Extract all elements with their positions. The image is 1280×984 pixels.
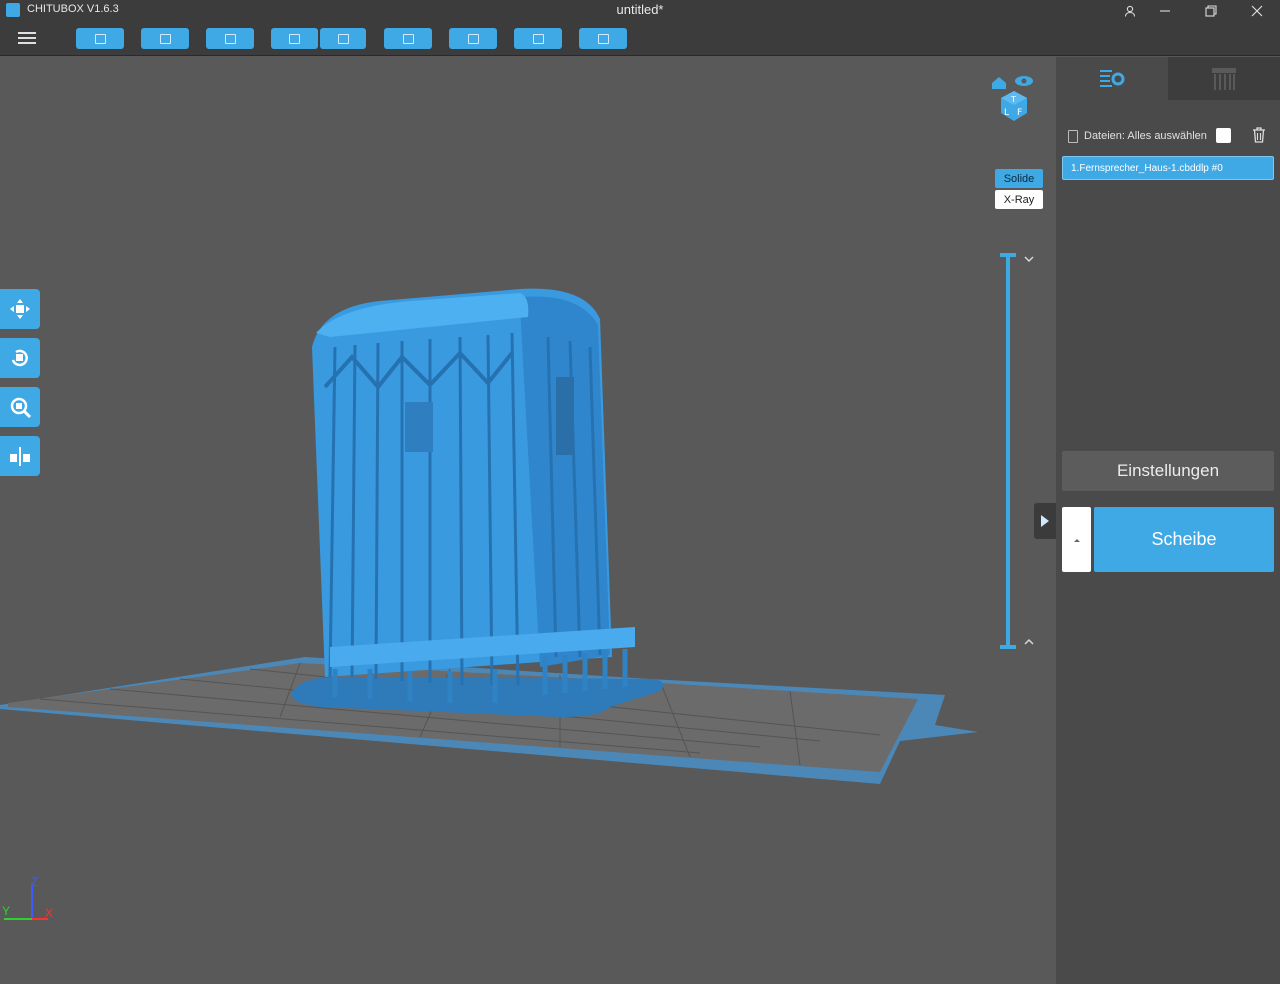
file-settings-icon — [1100, 69, 1125, 87]
undo-button[interactable] — [271, 28, 318, 49]
layer-slider-track — [1000, 253, 1034, 649]
settings-button[interactable]: Einstellungen — [1062, 451, 1274, 491]
caret-up-icon — [1073, 538, 1080, 542]
job-settings-button[interactable] — [384, 28, 432, 49]
scale-icon — [10, 397, 32, 419]
undo-icon — [289, 33, 300, 44]
svg-text:F: F — [1017, 108, 1022, 118]
files-select-all-label: Dateien: Alles auswählen — [1084, 130, 1207, 142]
close-icon — [1251, 5, 1263, 16]
home-icon — [992, 77, 1006, 89]
job-settings-icon — [402, 33, 414, 44]
trash-icon[interactable] — [1252, 127, 1266, 143]
layer-slider[interactable] — [1000, 253, 1040, 653]
tab-files[interactable] — [1056, 57, 1168, 100]
mirror-tool-button[interactable] — [0, 436, 40, 476]
chitubox-window: CHITUBOX V1.6.3 untitled* L F T Solide X… — [0, 0, 1280, 984]
solid-mode-button[interactable]: Solide — [995, 169, 1043, 188]
view-cube[interactable]: L F T — [990, 71, 1040, 123]
files-header: Dateien: Alles auswählen — [1068, 127, 1272, 145]
slice-button[interactable]: Scheibe — [1094, 507, 1274, 572]
hamburger-menu-button[interactable] — [16, 29, 38, 47]
xray-mode-button[interactable]: X-Ray — [995, 190, 1043, 209]
mirror-icon — [10, 447, 30, 466]
restore-icon — [1205, 4, 1217, 17]
menu-line — [18, 42, 36, 44]
save-icon — [159, 33, 171, 44]
phone-booth-model — [312, 288, 635, 703]
supports-button[interactable] — [449, 28, 497, 49]
move-tool-button[interactable] — [0, 289, 40, 329]
app-name: CHITUBOX V1.6.3 — [27, 3, 119, 15]
screenshot-icon — [224, 33, 236, 44]
machine-button[interactable] — [579, 28, 627, 49]
restore-button[interactable] — [1191, 0, 1231, 21]
open-file-button[interactable] — [76, 28, 124, 49]
right-panel: Dateien: Alles auswählen 1.Fernsprecher_… — [1034, 57, 1280, 984]
axes-gizmo: Z Y X — [0, 875, 60, 925]
hollow-icon — [532, 33, 544, 44]
menu-line — [18, 32, 36, 34]
chevron-up-icon — [1024, 639, 1034, 645]
rotate-icon — [11, 349, 28, 367]
document-icon — [1068, 129, 1078, 143]
redo-icon — [337, 33, 349, 44]
document-title: untitled* — [616, 2, 664, 17]
hollow-button[interactable] — [514, 28, 562, 49]
x-axis-label: X — [45, 906, 54, 920]
collapse-panel-button[interactable] — [1034, 503, 1056, 539]
account-button[interactable] — [1110, 0, 1150, 21]
view-cube-icon: L F T — [992, 76, 1033, 121]
machine-icon — [597, 33, 609, 44]
supports-icon — [1212, 67, 1236, 90]
svg-text:T: T — [1010, 95, 1016, 104]
move-icon — [10, 299, 30, 319]
svg-text:L: L — [1004, 108, 1009, 118]
panel-tabs — [1056, 57, 1280, 100]
slice-options-button[interactable] — [1062, 507, 1091, 572]
select-all-checkbox[interactable] — [1216, 128, 1231, 143]
main-toolbar — [0, 21, 1280, 56]
redo-button[interactable] — [320, 28, 366, 49]
user-icon — [1124, 5, 1136, 17]
play-arrow-icon — [1041, 515, 1049, 527]
tab-supports[interactable] — [1168, 57, 1280, 100]
chevron-down-icon — [1024, 256, 1034, 262]
3d-viewport[interactable]: L F T Solide X-Ray Z Y X — [0, 57, 1056, 984]
title-bar: CHITUBOX V1.6.3 untitled* — [0, 0, 1280, 21]
save-button[interactable] — [141, 28, 189, 49]
open-file-icon — [94, 33, 106, 44]
scale-tool-button[interactable] — [0, 387, 40, 427]
y-axis-label: Y — [2, 904, 11, 918]
build-scene — [0, 288, 978, 784]
file-list-item[interactable]: 1.Fernsprecher_Haus-1.cbddlp #0 — [1062, 156, 1274, 180]
menu-line — [18, 37, 36, 39]
minimize-button[interactable] — [1145, 0, 1185, 21]
rotate-tool-button[interactable] — [0, 338, 40, 378]
z-axis-label: Z — [31, 875, 39, 889]
close-button[interactable] — [1237, 0, 1277, 21]
app-logo-icon — [6, 3, 20, 17]
supports-icon — [467, 33, 479, 44]
minimize-icon — [1160, 9, 1170, 12]
screenshot-button[interactable] — [206, 28, 254, 49]
